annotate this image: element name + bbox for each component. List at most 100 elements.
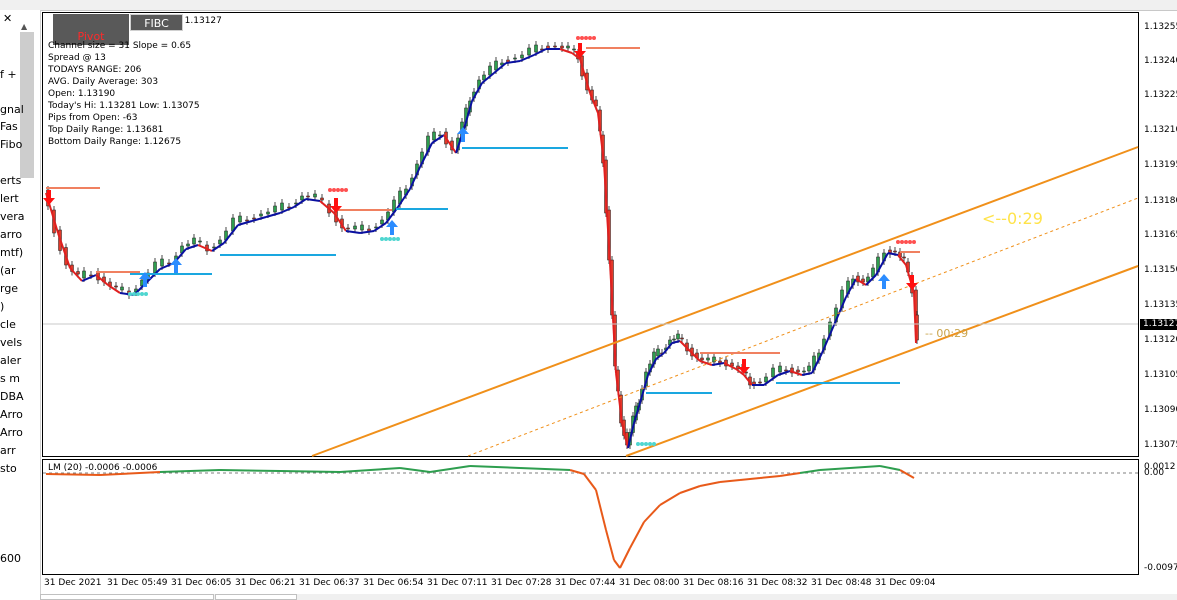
- candle-body: [218, 239, 222, 245]
- candle-body: [306, 195, 310, 198]
- lm-line-segment: [629, 521, 645, 549]
- time-axis-label: 31 Dec 07:28: [491, 578, 552, 588]
- time-axis-label: 31 Dec 06:37: [299, 578, 360, 588]
- candle-timer-large: <--0:29: [982, 209, 1043, 228]
- time-axis-label: 31 Dec 2021: [44, 578, 102, 588]
- candle-body: [553, 45, 557, 48]
- trend-line-segment: [887, 252, 899, 256]
- lm-line-segment: [819, 467, 851, 471]
- price-axis-label: 1.13195: [1144, 160, 1177, 170]
- price-axis-label: 1.13165: [1144, 230, 1177, 240]
- candle-body: [513, 57, 517, 60]
- chart-tab[interactable]: [215, 594, 297, 600]
- lm-line-segment: [219, 469, 281, 472]
- candle-body: [902, 256, 906, 259]
- chart-tab[interactable]: [40, 594, 214, 600]
- candle-body: [76, 271, 80, 275]
- lm-line-segment: [519, 467, 571, 471]
- channel-mid-line: [467, 197, 1139, 457]
- candle-body: [672, 338, 676, 341]
- candle-body: [784, 369, 788, 372]
- candle-body: [560, 45, 564, 49]
- signal-dots: [392, 237, 396, 241]
- candle-body: [198, 240, 202, 243]
- signal-dots: [652, 442, 656, 446]
- signal-dots: [908, 240, 912, 244]
- price-axis-label: 1.13120: [1144, 335, 1177, 345]
- signal-dots: [336, 188, 340, 192]
- signal-dots: [576, 36, 580, 40]
- price-axis-label: 1.13150: [1144, 265, 1177, 275]
- lm-line-segment: [643, 504, 661, 523]
- signal-dots: [592, 36, 596, 40]
- lm-line-segment: [613, 559, 621, 569]
- signal-dots: [328, 188, 332, 192]
- lm-indicator-title: LM (20) -0.0006 -0.0006: [48, 463, 158, 473]
- trend-line-segment: [671, 340, 681, 344]
- candle-body: [82, 270, 86, 279]
- lm-line-segment: [879, 465, 901, 471]
- signal-dots: [584, 36, 588, 40]
- lm-line-segment: [799, 469, 821, 474]
- lm-line-segment: [759, 475, 781, 479]
- candle-body: [527, 47, 531, 56]
- signal-dots: [396, 237, 400, 241]
- candle-body: [346, 227, 350, 230]
- candle-body: [700, 357, 704, 361]
- price-axis-label: 1.13075: [1144, 440, 1177, 450]
- candle-body: [764, 376, 768, 383]
- candle-body: [238, 215, 242, 223]
- hi-low-info: Today's Hi: 1.13281 Low: 1.13075: [48, 101, 200, 111]
- signal-dots: [580, 36, 584, 40]
- signal-dots: [648, 442, 652, 446]
- candle-body: [259, 213, 263, 217]
- candle-body: [300, 195, 304, 201]
- signal-dots: [640, 442, 644, 446]
- candle-body: [120, 286, 124, 291]
- candle-body: [771, 367, 775, 378]
- lm-line-segment: [429, 465, 471, 473]
- time-axis-label: 31 Dec 06:21: [235, 578, 296, 588]
- price-axis-label: 1.13105: [1144, 370, 1177, 380]
- candle-timer-small: -- 00:29: [925, 327, 969, 340]
- signal-dots: [384, 237, 388, 241]
- lm-line-segment: [45, 473, 101, 476]
- lm-axis-label: 0.00: [1144, 468, 1165, 478]
- signal-dots: [140, 292, 144, 296]
- time-axis-label: 31 Dec 09:04: [875, 578, 936, 588]
- time-axis-label: 31 Dec 07:11: [427, 578, 488, 588]
- channel-info: Channel size = 31 Slope = 0.65: [48, 41, 192, 51]
- candle-body: [796, 369, 800, 373]
- candle-body: [186, 243, 190, 247]
- candle-body: [676, 333, 680, 340]
- bottom-daily-range-info: Bottom Daily Range: 1.12675: [48, 137, 182, 147]
- channel-upper-line: [311, 146, 1139, 457]
- candle-body: [534, 44, 538, 53]
- candle-body: [488, 65, 492, 76]
- lm-line-segment: [779, 472, 801, 477]
- candle-body: [807, 365, 811, 372]
- candle-body: [802, 370, 806, 373]
- time-axis-label: 31 Dec 06:54: [363, 578, 424, 588]
- trend-line-segment: [801, 372, 813, 376]
- time-axis-label: 31 Dec 07:44: [555, 578, 616, 588]
- fibc-button[interactable]: FIBC: [130, 14, 183, 31]
- pips-from-open-info: Pips from Open: -63: [48, 113, 138, 123]
- lm-axis-label: -0.0097: [1144, 563, 1177, 573]
- lm-line-segment: [619, 547, 631, 569]
- bottom-tab-bar: [40, 594, 1177, 600]
- lm-line-segment: [899, 469, 915, 479]
- price-axis-label: 1.13135: [1144, 300, 1177, 310]
- candle-body: [252, 217, 256, 220]
- signal-dots: [132, 292, 136, 296]
- candle-body: [153, 261, 157, 274]
- candle-body: [353, 225, 357, 230]
- lm-line-segment: [679, 485, 701, 494]
- signal-dots: [644, 442, 648, 446]
- arrow-up-icon: [878, 274, 890, 289]
- lm-line-segment: [583, 473, 597, 491]
- signal-dots: [380, 237, 384, 241]
- candle-body: [380, 219, 384, 225]
- candle-body: [192, 237, 196, 245]
- candle-body: [313, 193, 317, 198]
